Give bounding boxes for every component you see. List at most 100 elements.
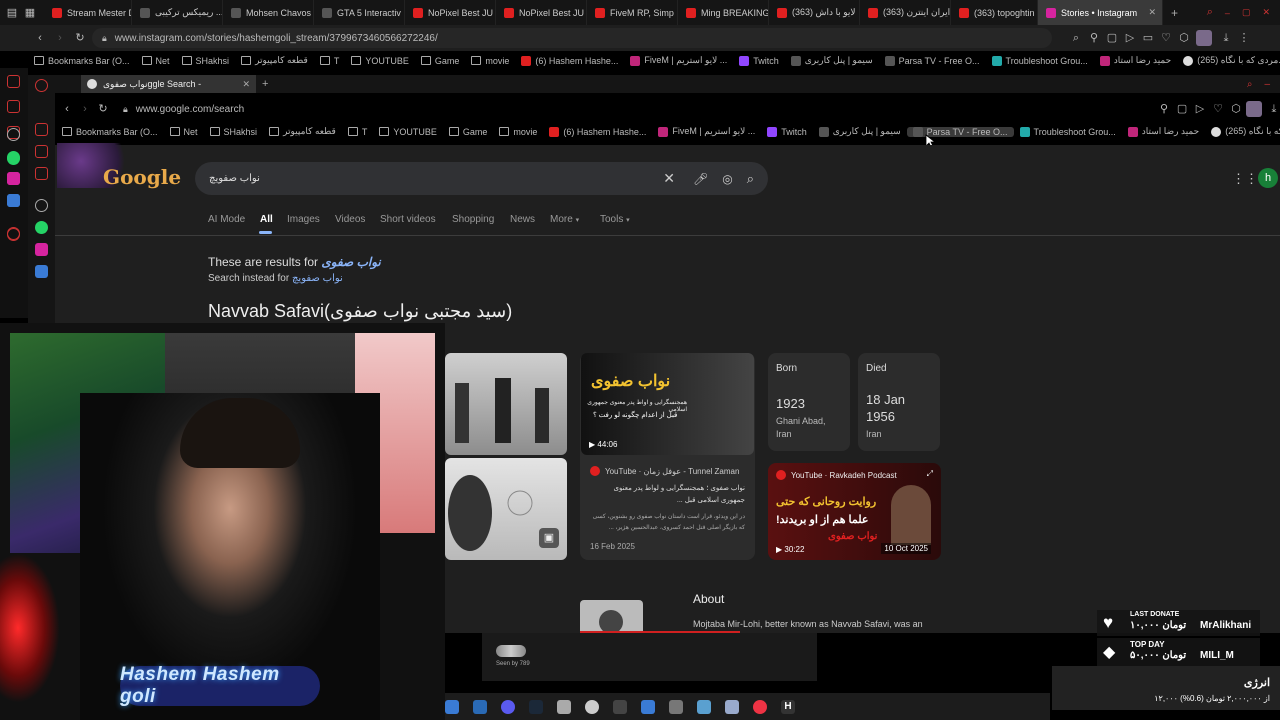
bookmark-link[interactable]: Troubleshoot Grou... [1014,126,1122,137]
bookmark-folder[interactable]: Bookmarks Bar (O... [28,56,136,66]
address-bar[interactable]: 🔒︎ www.google.com/search [113,100,1152,118]
photo-thumbnail[interactable] [445,353,567,455]
instagram-icon[interactable] [7,172,20,185]
filter-shopping[interactable]: Shopping [452,214,494,225]
close-tab-icon[interactable]: ✕ [1148,7,1156,18]
forward-icon[interactable]: › [79,103,91,115]
bookmark-link-hovered[interactable]: Parsa TV - Free O... [906,126,1014,137]
tab-iran-internet[interactable]: (363) ایران اینترن [860,0,951,25]
bookmark-link[interactable]: حمید رضا استاد [1094,55,1177,66]
download-icon[interactable]: ⤓ [1220,32,1232,44]
tab-google-search[interactable]: نواب صفویggle Search - ✕ [81,75,256,93]
bookmark-folder[interactable]: YOUTUBE [373,127,443,137]
play-icon[interactable]: ▷ [1124,32,1136,44]
heart-icon[interactable] [7,227,20,240]
new-tab-button[interactable]: + [262,78,268,90]
tab-instagram-stories[interactable]: Stories • Instagram ✕ [1038,0,1163,25]
original-term-link[interactable]: نواب صفویچ [292,273,343,284]
screenshot-icon[interactable]: ▢ [1106,32,1118,44]
filter-short-videos[interactable]: Short videos [380,214,436,225]
pen-icon[interactable] [641,699,655,714]
tab-gta[interactable]: GTA 5 Interactiv [314,0,405,25]
heart-icon[interactable]: ♡ [1212,103,1224,115]
apps-grid-icon[interactable]: ⋮⋮ [1232,171,1258,187]
back-icon[interactable]: ‹ [34,32,46,44]
wallet-icon[interactable]: ▭ [1142,32,1154,44]
filter-videos[interactable]: Videos [335,214,365,225]
opera-icon[interactable] [35,79,48,92]
app-icon[interactable] [557,699,571,714]
tab-list-icon[interactable]: ▦ [24,7,36,19]
bookmark-link[interactable]: (6) Hashem Hashe... [515,55,624,66]
bookmark-folder[interactable]: قطعه کامپیوتر [263,126,342,137]
filter-ai-mode[interactable]: AI Mode [208,214,245,225]
profile-avatar[interactable] [1196,30,1212,46]
whatsapp-icon[interactable] [7,151,20,164]
filter-images[interactable]: Images [287,214,320,225]
seen-by-count[interactable]: Seen by 789 [496,661,530,667]
bookmark-folder[interactable]: T [314,56,346,66]
video-title[interactable]: نواب صفوی ؛ همجنسگرایی و لواط پدر معنوی [614,484,745,492]
close-tab-icon[interactable]: ✕ [242,79,250,90]
menu-icon[interactable]: ⋮ [1238,32,1250,44]
tab-stream-mester[interactable]: Stream Mester D [44,0,132,25]
video-result-card[interactable]: نواب صفوی همجنسگرایی و اواط پدر معنوی جم… [580,353,755,560]
app-icon[interactable] [473,699,487,714]
profile-avatar[interactable] [1245,101,1262,117]
bookmark-folder[interactable]: قطعه کامپیوتر [235,55,314,66]
site-info-icon[interactable]: 🔒︎ [102,33,107,44]
bookmark-link[interactable]: سیمو | پنل کاربری [813,126,907,137]
tab-topoghtin[interactable]: (363) topoghtin [951,0,1038,25]
tab-nopixel-2[interactable]: NoPixel Best JU [496,0,587,25]
search-box[interactable]: نواب صفویچ ✕ 🎤︎ ◎ ⌕ [195,162,768,195]
steam-icon[interactable] [529,699,543,714]
bookmark-link[interactable]: سیمو | پنل کاربری [785,55,879,66]
search-input[interactable]: نواب صفویچ [209,173,663,184]
app-icon[interactable] [35,265,48,278]
app-icon[interactable] [725,699,739,714]
whatsapp-icon[interactable] [35,221,48,234]
browser-menu-icon[interactable]: ▤ [6,7,18,19]
minimize-icon[interactable]: – [1264,79,1270,90]
bookmark-folder[interactable]: movie [465,56,515,66]
bookmark-link[interactable]: FiveM | لایو استریم ... [624,55,733,66]
pin-icon[interactable]: ⚲ [1158,103,1170,115]
pin-icon[interactable]: ⚲ [1088,32,1100,44]
play-icon[interactable]: ▷ [1194,103,1206,115]
extensions-icon[interactable]: ⬡ [1230,103,1242,115]
filter-news[interactable]: News [510,214,535,225]
screenshot-icon[interactable]: ▢ [1176,103,1188,115]
bookmark-link[interactable]: Troubleshoot Grou... [986,55,1094,66]
tab-fivem[interactable]: FiveM RP, Simp [587,0,678,25]
bookmark-folder[interactable]: Bookmarks Bar (O... [56,127,164,137]
viewer-avatars[interactable] [496,645,526,657]
bookmark-folder[interactable]: YOUTUBE [345,56,415,66]
download-icon[interactable]: ⤓ [1268,103,1280,115]
account-avatar[interactable]: h [1258,168,1278,188]
history-icon[interactable] [35,123,48,136]
address-bar[interactable]: 🔒︎ www.instagram.com/stories/hashemgoli_… [92,28,1052,48]
video-title[interactable]: جمهوری اسلامی قبل ... [677,496,745,504]
bookmark-link[interactable]: Parsa TV - Free O... [879,55,986,66]
image-search-icon[interactable]: ▣ [539,528,559,548]
back-icon[interactable]: ‹ [61,103,73,115]
bookmark-link[interactable]: حمید رضا استاد [1122,126,1205,137]
tab-ming[interactable]: Ming BREAKING [678,0,769,25]
extensions-icon[interactable]: ⬡ [1178,32,1190,44]
filter-tools[interactable]: Tools ▾ [600,214,630,225]
reload-icon[interactable]: ↻ [97,103,109,115]
corrected-term-link[interactable]: نواب صفوی [321,255,380,269]
heart-icon[interactable]: ♡ [1160,32,1172,44]
bookmark-folder[interactable]: T [342,127,374,137]
bookmark-link[interactable]: Twitch [733,55,785,66]
filter-all[interactable]: All [260,214,273,225]
wallet-icon[interactable] [7,100,20,113]
bookmark-folder[interactable]: Game [443,127,494,137]
calculator-icon[interactable] [669,699,683,714]
tab-live[interactable]: (363) لایو با داش [769,0,860,25]
close-window-icon[interactable]: ✕ [1262,7,1270,18]
app-icon[interactable] [697,699,711,714]
app-icon[interactable] [613,699,627,714]
bookmark-folder[interactable]: Game [415,56,466,66]
video-result-card[interactable]: YouTube · Ravkadeh Podcast ⤢ روایت روحان… [768,463,941,560]
